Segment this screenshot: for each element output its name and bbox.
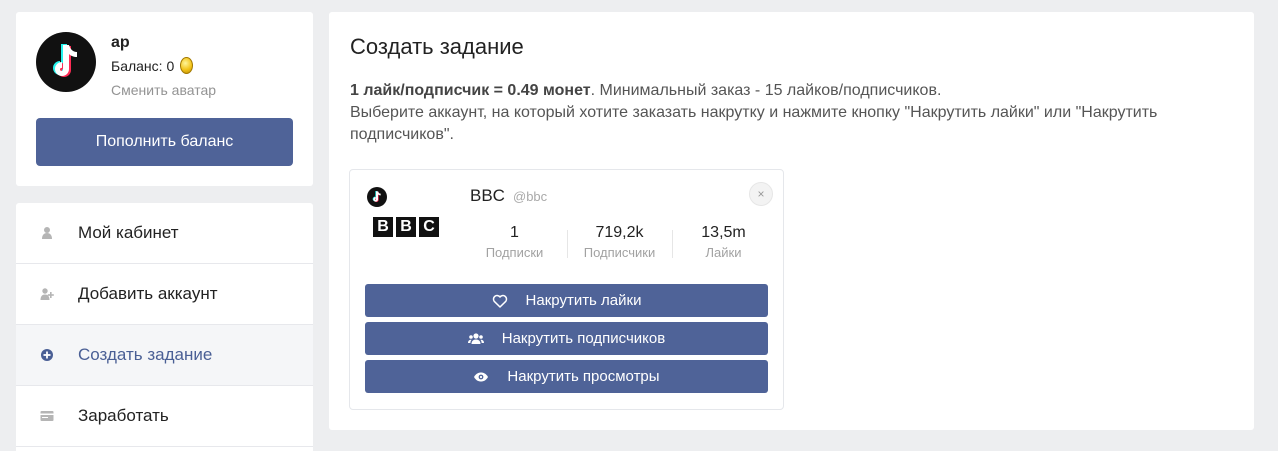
- bbc-logo-letter: B: [396, 217, 416, 237]
- plus-circle-icon: [41, 349, 53, 361]
- tiktok-icon: [367, 187, 387, 207]
- account-handle: @bbc: [513, 189, 548, 204]
- menu-item-label: Создать задание: [78, 345, 213, 364]
- heart-icon: [492, 294, 507, 308]
- min-order-text: . Минимальный заказ - 15 лайков/подписчи…: [590, 82, 942, 99]
- stat-likes: 13,5m Лайки: [671, 224, 776, 260]
- stat-value: 1: [510, 224, 519, 241]
- menu-item-label: Мой кабинет: [78, 223, 179, 242]
- users-icon: [467, 332, 484, 344]
- username: ар: [111, 34, 130, 51]
- button-label: Накрутить просмотры: [507, 368, 660, 385]
- balance-label: Баланс: 0: [111, 57, 175, 74]
- user-icon: [42, 227, 52, 239]
- account-card: B B C BBC @bbc × 1 Подписки 719,2k Подпи…: [349, 169, 784, 410]
- main-panel: Создать задание 1 лайк/подписчик = 0.49 …: [329, 12, 1254, 430]
- account-name: BBC: [470, 186, 505, 205]
- eye-icon: [474, 372, 489, 381]
- button-label: Накрутить лайки: [525, 292, 642, 309]
- bbc-logo-letter: B: [373, 217, 393, 237]
- stat-value: 719,2k: [595, 224, 644, 241]
- page-title: Создать задание: [350, 34, 524, 59]
- close-icon[interactable]: ×: [749, 182, 773, 206]
- stat-following: 1 Подписки: [462, 224, 567, 260]
- topup-balance-button[interactable]: Пополнить баланс: [36, 118, 293, 166]
- menu-item-add-account[interactable]: Добавить аккаунт: [16, 264, 313, 325]
- balance: Баланс: 0: [111, 57, 194, 74]
- change-avatar-link[interactable]: Сменить аватар: [111, 82, 216, 98]
- bbc-logo-letter: C: [419, 217, 439, 237]
- coin-icon: [180, 57, 194, 74]
- boost-followers-button[interactable]: Накрутить подписчиков: [365, 322, 768, 355]
- boost-likes-button[interactable]: Накрутить лайки: [365, 284, 768, 317]
- menu-item-label: Добавить аккаунт: [78, 284, 218, 303]
- stat-label: Подписки: [485, 245, 544, 260]
- menu-item-create-task[interactable]: Создать задание: [16, 325, 313, 386]
- stat-value: 13,5m: [701, 224, 746, 241]
- stat-followers: 719,2k Подписчики: [567, 224, 672, 260]
- button-label: Накрутить подписчиков: [501, 330, 666, 347]
- card-icon: [40, 411, 54, 421]
- tiktok-logo-icon: [53, 44, 77, 77]
- rate-text: 1 лайк/подписчик = 0.49 монет: [350, 82, 591, 99]
- stat-label: Подписчики: [583, 245, 656, 260]
- boost-views-button[interactable]: Накрутить просмотры: [365, 360, 768, 393]
- avatar[interactable]: [36, 32, 96, 92]
- menu-item-earn[interactable]: Заработать: [16, 386, 313, 447]
- menu-item-label: Заработать: [78, 406, 169, 425]
- sidebar-menu: Мой кабинет Добавить аккаунт Создать зад…: [16, 203, 313, 451]
- menu-item-my-cabinet[interactable]: Мой кабинет: [16, 203, 313, 264]
- description: 1 лайк/подписчик = 0.49 монет. Минимальн…: [350, 80, 1230, 146]
- account-avatar: B B C: [373, 217, 439, 237]
- stat-label: Лайки: [705, 245, 742, 260]
- instructions-text: Выберите аккаунт, на который хотите зака…: [350, 104, 1158, 143]
- add-user-icon: [40, 288, 54, 300]
- profile-card: ар Баланс: 0 Сменить аватар Пополнить ба…: [16, 12, 313, 186]
